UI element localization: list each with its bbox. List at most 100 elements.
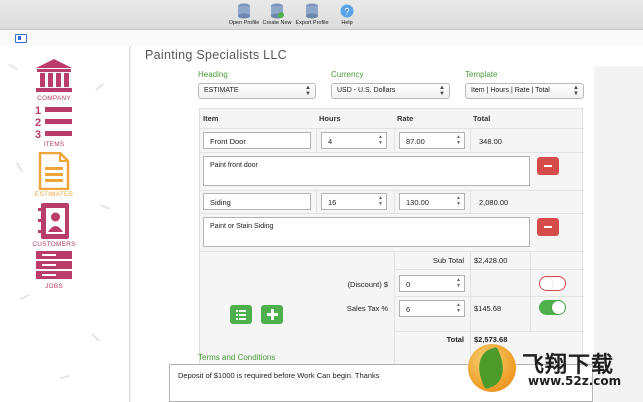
- create-new-button[interactable]: Create New: [257, 3, 297, 26]
- sidebar-item-customers[interactable]: CUSTOMERS: [28, 202, 80, 248]
- subtotal-label: Sub Total: [432, 256, 464, 265]
- contacts-book-icon: [38, 203, 69, 239]
- jobs-stack-icon: [36, 251, 72, 279]
- divider: [200, 128, 584, 129]
- svg-text:3: 3: [35, 129, 41, 140]
- column-header-item: Item: [203, 114, 219, 123]
- item-name-value: Siding: [210, 198, 231, 207]
- stepper-icon[interactable]: ▲ ▼: [456, 195, 461, 207]
- divider: [394, 269, 584, 270]
- template-label: Template: [465, 70, 498, 79]
- description-textarea[interactable]: Paint front door: [203, 156, 530, 186]
- delete-row-button[interactable]: [537, 157, 559, 175]
- toolbar: Open Profile Create New Export Profile ?…: [0, 0, 643, 30]
- sidebar-toggle-icon[interactable]: [15, 34, 27, 43]
- currency-select[interactable]: USD - U.S. Dollars ▲ ▼: [331, 83, 450, 99]
- rate-input[interactable]: 130.00 ▲ ▼: [399, 193, 465, 210]
- help-button[interactable]: ? Help: [327, 3, 367, 26]
- sales-tax-label: Sales Tax %: [346, 304, 388, 313]
- sales-tax-toggle[interactable]: [539, 300, 566, 315]
- sidebar-item-company[interactable]: COMPANY: [28, 58, 80, 102]
- divider: [394, 296, 584, 297]
- sidebar-item-label: ITEMS: [43, 141, 65, 148]
- stepper-icon[interactable]: ▲ ▼: [378, 195, 383, 207]
- sidebar-item-label: JOBS: [45, 283, 63, 290]
- database-icon: [238, 3, 250, 19]
- hours-input[interactable]: 4 ▲ ▼: [321, 132, 387, 149]
- currency-label: Currency: [331, 70, 364, 79]
- item-name-input[interactable]: Front Door: [203, 132, 311, 149]
- toggle-knob: [552, 301, 565, 314]
- open-profile-label: Open Profile: [228, 20, 260, 26]
- discount-toggle[interactable]: [539, 276, 566, 291]
- list-icon: [236, 310, 246, 320]
- divider: [394, 190, 395, 213]
- database-export-icon: [306, 3, 318, 19]
- background-pattern: [99, 204, 111, 211]
- terms-label: Terms and Conditions: [198, 353, 276, 362]
- sub-toolbar: [0, 30, 643, 46]
- subtotal-value: $2,428.00: [474, 256, 508, 265]
- discount-value: 0: [406, 280, 411, 289]
- divider: [316, 128, 317, 152]
- template-select[interactable]: Item | Hours | Rate | Total ▲ ▼: [465, 83, 584, 99]
- sidebar: COMPANY 1 2 3 ITEMS ESTIMATES CUSTOMERS …: [0, 46, 130, 402]
- document-icon: [38, 152, 70, 190]
- discount-label: (Discount) $: [347, 280, 388, 289]
- background-pattern: [95, 83, 105, 92]
- sidebar-item-label: ESTIMATES: [34, 191, 74, 198]
- export-profile-label: Export Profile: [295, 20, 329, 26]
- background-pattern: [7, 63, 19, 72]
- divider: [394, 128, 395, 152]
- item-name-input[interactable]: Siding: [203, 193, 311, 210]
- heading-select[interactable]: ESTIMATE ▲ ▼: [198, 83, 316, 99]
- background-pattern: [59, 374, 71, 381]
- hours-value: 4: [328, 137, 333, 146]
- toggle-knob: [540, 277, 553, 290]
- create-new-label: Create New: [262, 20, 292, 26]
- divider: [200, 251, 584, 252]
- rate-value: 87.00: [406, 137, 425, 146]
- reorder-items-button[interactable]: [230, 305, 252, 324]
- divider: [200, 190, 584, 191]
- currency-value: USD - U.S. Dollars: [337, 87, 396, 94]
- description-value: Paint front door: [210, 162, 258, 169]
- sidebar-item-label: COMPANY: [37, 95, 71, 102]
- database-add-icon: [271, 3, 284, 19]
- divider: [530, 251, 531, 331]
- add-item-button[interactable]: [261, 305, 283, 324]
- export-profile-button[interactable]: Export Profile: [292, 3, 332, 26]
- hours-input[interactable]: 16 ▲ ▼: [321, 193, 387, 210]
- total-value: $2,573.68: [474, 335, 508, 344]
- divider: [316, 190, 317, 213]
- sidebar-item-label: CUSTOMERS: [32, 241, 76, 248]
- sidebar-item-items[interactable]: 1 2 3 ITEMS: [28, 104, 80, 148]
- total-label: Total: [446, 335, 464, 344]
- stepper-icon[interactable]: ▲ ▼: [456, 134, 461, 146]
- sidebar-item-estimates[interactable]: ESTIMATES: [28, 152, 80, 198]
- description-textarea[interactable]: Paint or Stain Siding: [203, 217, 530, 247]
- select-arrows-icon: ▲ ▼: [439, 85, 445, 97]
- sidebar-item-jobs[interactable]: JOBS: [28, 250, 80, 290]
- background-pattern: [90, 332, 100, 343]
- terms-text: Deposit of $1000 is required before Work…: [178, 371, 380, 380]
- select-arrows-icon: ▲ ▼: [573, 85, 579, 97]
- divider: [200, 152, 584, 153]
- delete-row-button[interactable]: [537, 218, 559, 236]
- bank-icon: [36, 59, 72, 92]
- stepper-icon[interactable]: ▲ ▼: [378, 134, 383, 146]
- stepper-icon[interactable]: ▲ ▼: [456, 277, 461, 289]
- column-header-rate: Rate: [397, 114, 414, 123]
- divider: [470, 190, 471, 213]
- help-icon: ?: [340, 4, 354, 18]
- divider: [394, 331, 584, 332]
- stepper-icon[interactable]: ▲ ▼: [456, 302, 461, 314]
- discount-input[interactable]: 0 ▲ ▼: [399, 275, 465, 292]
- divider: [470, 128, 471, 152]
- background-pattern: [19, 293, 31, 302]
- svg-text:1: 1: [35, 105, 41, 117]
- help-label: Help: [341, 20, 353, 26]
- sales-tax-input[interactable]: 6 ▲ ▼: [399, 300, 465, 317]
- template-value: Item | Hours | Rate | Total: [471, 87, 550, 94]
- rate-input[interactable]: 87.00 ▲ ▼: [399, 132, 465, 149]
